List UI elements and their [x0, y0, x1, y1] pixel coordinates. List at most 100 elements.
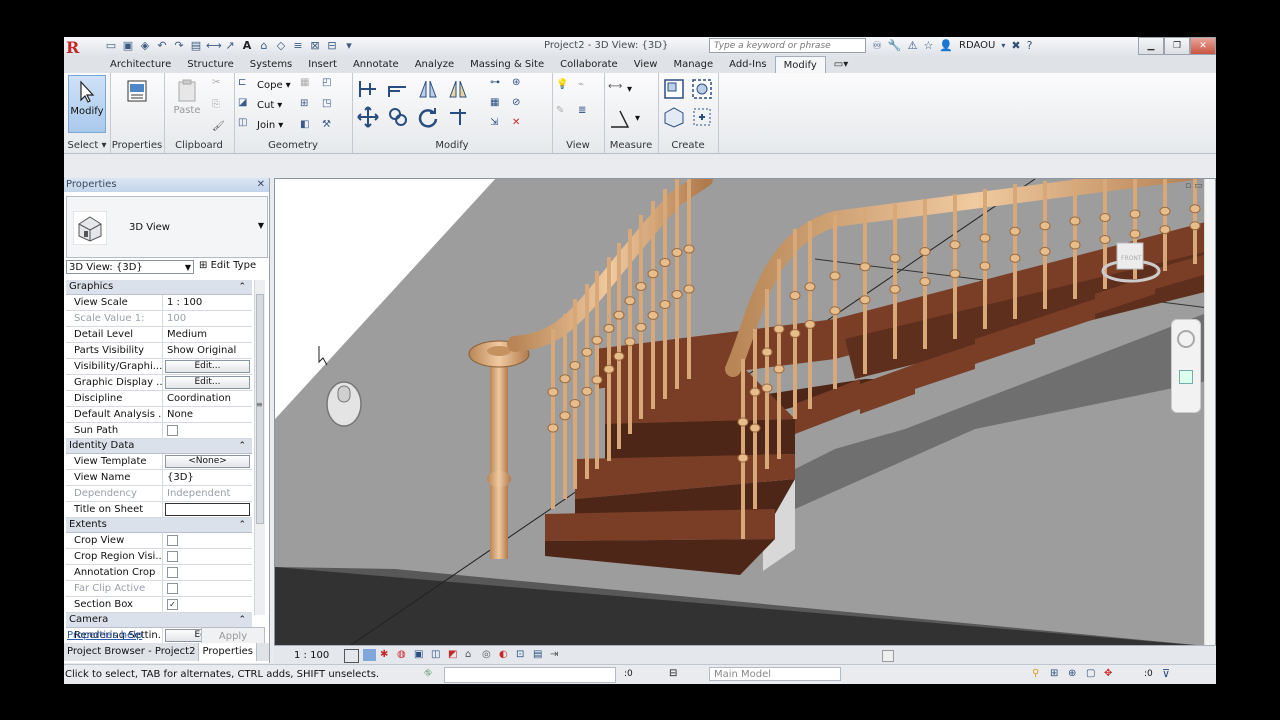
view-cube[interactable]: FRONT [1101, 229, 1161, 289]
close-hidden-icon[interactable]: ⊠ [308, 39, 322, 53]
split-face-icon[interactable]: ⊞ [300, 98, 316, 114]
text-icon[interactable]: A [240, 39, 254, 53]
editable-only-icon[interactable]: ⊟ [669, 668, 677, 679]
pin-icon[interactable]: ⊛ [512, 77, 528, 93]
type-selector[interactable]: 3D View ▼ [66, 196, 268, 258]
thin-lines-icon[interactable]: ≡ [291, 39, 305, 53]
create-group-icon[interactable] [662, 105, 686, 129]
communication-icon[interactable]: ⚠ [908, 39, 918, 52]
shadows-icon[interactable]: ◍ [397, 649, 410, 661]
zoom-icon[interactable] [1179, 370, 1193, 384]
copy-icon[interactable] [386, 105, 410, 129]
tab-structure[interactable]: Structure [179, 56, 242, 73]
title-on-sheet-input[interactable] [165, 503, 250, 516]
hammer-icon[interactable]: ⚒ [322, 119, 338, 135]
property-value[interactable]: Medium [163, 327, 252, 342]
cope-button[interactable]: ⊏ Cope ▾ [238, 77, 291, 93]
property-checkbox[interactable] [167, 551, 178, 562]
group-extents[interactable]: Extents ⌃ [66, 518, 252, 533]
collapse-icon[interactable]: ⌃ [238, 518, 246, 532]
scale-icon[interactable]: ⇲ [490, 117, 506, 133]
help-icon[interactable]: ? [1027, 39, 1033, 52]
wall-joins-icon[interactable]: ▦ [300, 77, 316, 93]
user-icon[interactable]: 👤 [939, 39, 953, 52]
paint-icon[interactable]: ◧ [300, 119, 316, 135]
chevron-down-icon[interactable]: ▼ [258, 221, 264, 230]
close-icon[interactable]: ✕ [257, 178, 265, 192]
steering-wheel-icon[interactable] [1177, 330, 1195, 348]
property-checkbox[interactable]: ✓ [167, 599, 178, 610]
delete-icon[interactable]: ✕ [512, 117, 528, 133]
edit-button[interactable]: Edit... [165, 376, 250, 389]
join-button[interactable]: ◫ Join ▾ [238, 117, 283, 133]
minimize-button[interactable]: ▁ [1138, 37, 1164, 55]
offset-icon[interactable] [386, 77, 410, 101]
property-value[interactable]: 1 : 100 [163, 295, 252, 310]
tab-architecture[interactable]: Architecture [102, 56, 179, 73]
crop-visible-icon[interactable]: ◩ [448, 649, 461, 661]
select-links-icon[interactable]: ⚲ [1032, 668, 1044, 680]
search-input[interactable]: Type a keyword or phrase [709, 38, 866, 53]
create-similar-icon[interactable] [690, 105, 714, 129]
group-identity-data[interactable]: Identity Data ⌃ [66, 439, 252, 454]
render-icon[interactable]: ▣ [414, 649, 427, 661]
tab-properties[interactable]: Properties [199, 643, 258, 661]
panel-select-label[interactable]: Select ▾ [64, 140, 110, 151]
measure-button[interactable]: ⟷ ▾ [608, 81, 632, 97]
restore-button[interactable]: ❐ [1164, 37, 1190, 55]
property-checkbox[interactable] [167, 567, 178, 578]
visual-style-icon[interactable] [363, 649, 376, 661]
paste-button[interactable]: Paste [168, 75, 206, 133]
properties-scrollbar[interactable]: ≡ [254, 280, 265, 615]
switch-windows-icon[interactable]: ⊟ [325, 39, 339, 53]
measure-icon[interactable]: ⟷ [206, 39, 222, 53]
lock-3d-icon[interactable]: ⌂ [465, 649, 478, 661]
3d-view-icon[interactable]: ⌂ [257, 39, 271, 53]
reveal-hidden-icon[interactable]: ◐ [499, 649, 512, 661]
save-icon[interactable]: ▣ [121, 39, 135, 53]
properties-help-link[interactable]: Properties help [67, 630, 142, 641]
ribbon-minimize-icon[interactable]: ▭▾ [826, 56, 856, 73]
split-icon[interactable]: ⊶ [490, 77, 506, 93]
analysis-display-icon[interactable]: ▤ [533, 649, 546, 661]
dimension-icon[interactable]: ↗ [223, 39, 237, 53]
detail-level-icon[interactable] [344, 649, 359, 663]
view-instance-dropdown[interactable]: 3D View: {3D} ▼ [66, 260, 194, 274]
move-icon[interactable] [356, 105, 380, 129]
trim-icon[interactable] [446, 105, 470, 129]
print-icon[interactable]: ▤ [189, 39, 203, 53]
create-parts-icon[interactable] [690, 77, 714, 101]
property-value[interactable]: {3D} [163, 470, 252, 485]
temp-hide-icon[interactable]: ◎ [482, 649, 495, 661]
select-pinned-icon[interactable]: ⊕ [1068, 668, 1080, 680]
temporary-properties-icon[interactable]: ⊡ [516, 649, 529, 661]
edit-type-button[interactable]: ⊞ Edit Type [199, 260, 256, 271]
favorites-icon[interactable]: ☆ [923, 39, 933, 52]
close-button[interactable]: ✕ [1190, 37, 1216, 55]
tab-massing-site[interactable]: Massing & Site [462, 56, 552, 73]
array-icon[interactable]: ▦ [490, 97, 506, 113]
tab-view[interactable]: View [626, 56, 666, 73]
scrollbar-thumb[interactable] [256, 294, 264, 524]
tab-annotate[interactable]: Annotate [345, 56, 407, 73]
exchange-icon[interactable]: ✖ [1011, 39, 1020, 52]
undo-icon[interactable]: ↶ [155, 39, 169, 53]
sync-icon[interactable]: ◈ [138, 39, 152, 53]
type-properties-button[interactable] [118, 75, 156, 133]
qat-dropdown-icon[interactable]: ▾ [342, 39, 356, 53]
view-scale[interactable]: 1 : 100 [294, 650, 329, 661]
filter-icon[interactable]: ⊽ [1162, 667, 1170, 680]
copy-clipboard-icon[interactable]: ⎘ [212, 99, 228, 115]
chevron-down-icon[interactable]: ▾ [1001, 41, 1005, 50]
sun-path-icon[interactable]: ✱ [380, 649, 393, 661]
property-value[interactable]: Coordination [163, 391, 252, 406]
cut-button[interactable]: ◪ Cut ▾ [238, 97, 282, 113]
linework-icon[interactable]: ⌁ [578, 79, 594, 95]
match-type-icon[interactable]: 🖌 [212, 121, 228, 137]
user-name[interactable]: RDAOU [959, 40, 995, 51]
main-model-dropdown[interactable]: Main Model [709, 667, 841, 681]
section-icon[interactable]: ◇ [274, 39, 288, 53]
modify-button[interactable]: Modify [68, 75, 106, 133]
align-icon[interactable] [356, 77, 380, 101]
override-icon[interactable]: ✎ [556, 105, 572, 121]
